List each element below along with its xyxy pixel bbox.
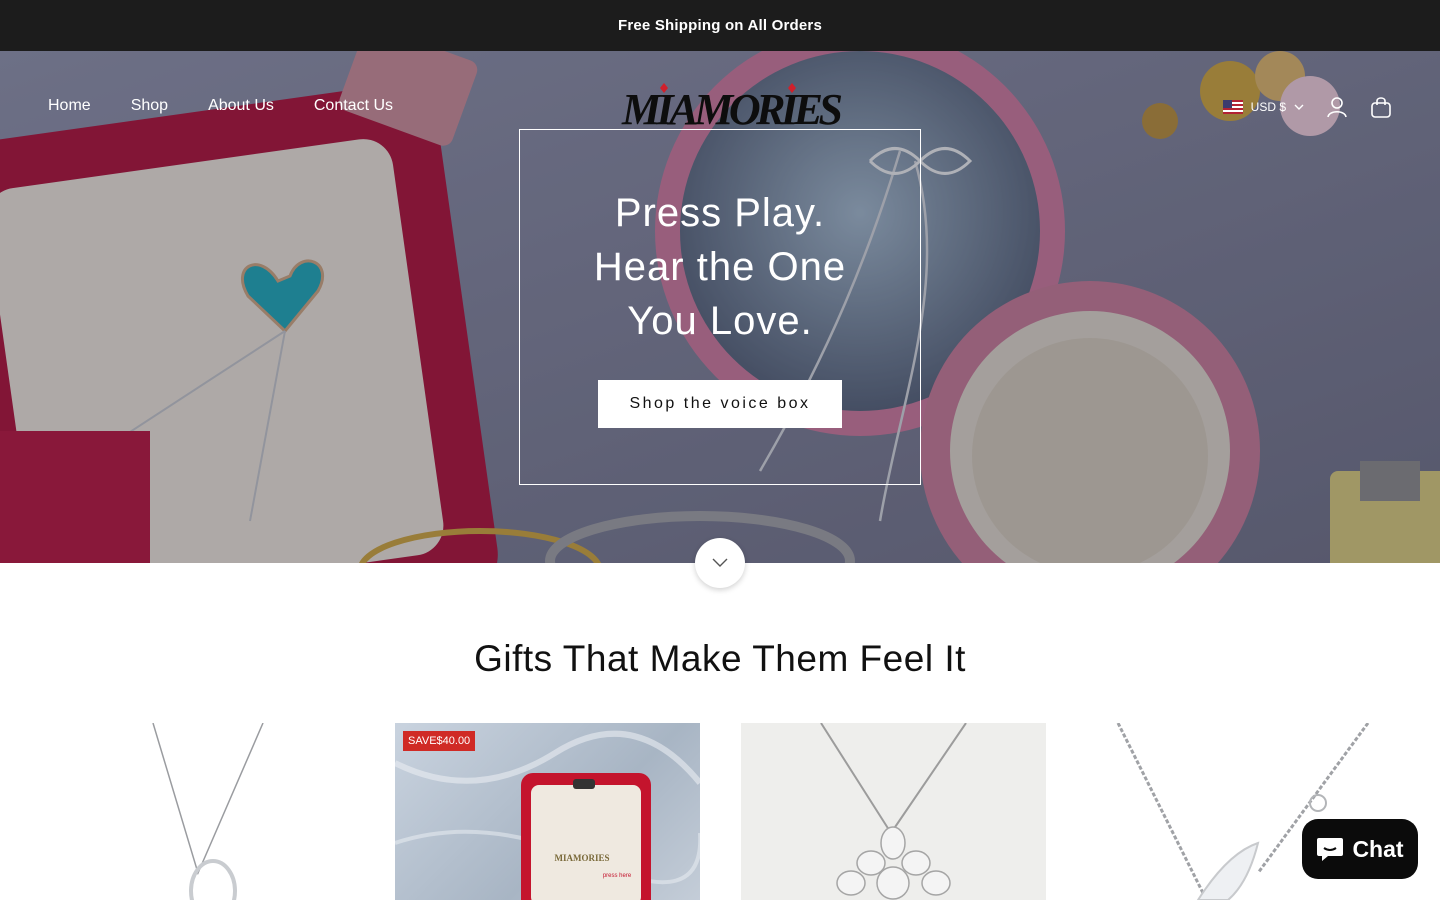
nav-shop[interactable]: Shop [131, 97, 168, 115]
nav-about-us[interactable]: About Us [208, 97, 274, 115]
product-image-1 [152, 723, 264, 900]
currency-label: USD $ [1250, 100, 1286, 114]
nav-contact-us[interactable]: Contact Us [314, 97, 393, 115]
section-title: Gifts That Make Them Feel It [474, 638, 966, 679]
chevron-down-icon [712, 558, 728, 567]
announcement-bar: Free Shipping on All Orders [0, 0, 1440, 51]
account-icon[interactable] [1326, 96, 1348, 118]
chevron-down-icon [1294, 104, 1304, 110]
site-logo[interactable]: MIAMORIES [620, 78, 848, 138]
box-press-text: press here [603, 873, 632, 879]
hero-title: Press Play. Hear the One You Love. [520, 186, 920, 348]
announcement-text: Free Shipping on All Orders [617, 17, 823, 34]
product-card-2[interactable]: MIAMORIES press here SAVE$40.00 [395, 723, 700, 900]
hero-title-line-2: Hear the One [593, 245, 847, 289]
us-flag-icon [1222, 100, 1243, 114]
nav-home[interactable]: Home [48, 97, 91, 115]
product-image-3 [820, 723, 967, 900]
hero-title-line-1: Press Play. [614, 191, 826, 235]
logo-text: MIAMORIES [621, 85, 844, 134]
main-navigation: Home Shop About Us Contact Us [48, 97, 393, 115]
box-brand-text: MIAMORIES [554, 853, 609, 863]
chat-button[interactable]: Chat [1302, 819, 1418, 879]
currency-selector[interactable]: USD $ [1222, 100, 1304, 114]
header-tools: USD $ [1222, 96, 1392, 118]
hero-title-line-3: You Love. [627, 299, 813, 343]
hero-content-box: Press Play. Hear the One You Love. Shop … [519, 129, 921, 485]
cart-icon[interactable] [1370, 96, 1392, 118]
product-card-1[interactable] [48, 723, 353, 900]
chat-bubble-icon [1317, 838, 1344, 861]
sale-badge: SAVE$40.00 [403, 731, 476, 751]
logo-wordmark: MIAMORIES [621, 83, 844, 134]
scroll-down-button[interactable] [695, 538, 745, 588]
product-card-3[interactable] [741, 723, 1046, 900]
shop-voice-box-button[interactable]: Shop the voice box [598, 380, 842, 428]
chat-label: Chat [1352, 835, 1404, 862]
